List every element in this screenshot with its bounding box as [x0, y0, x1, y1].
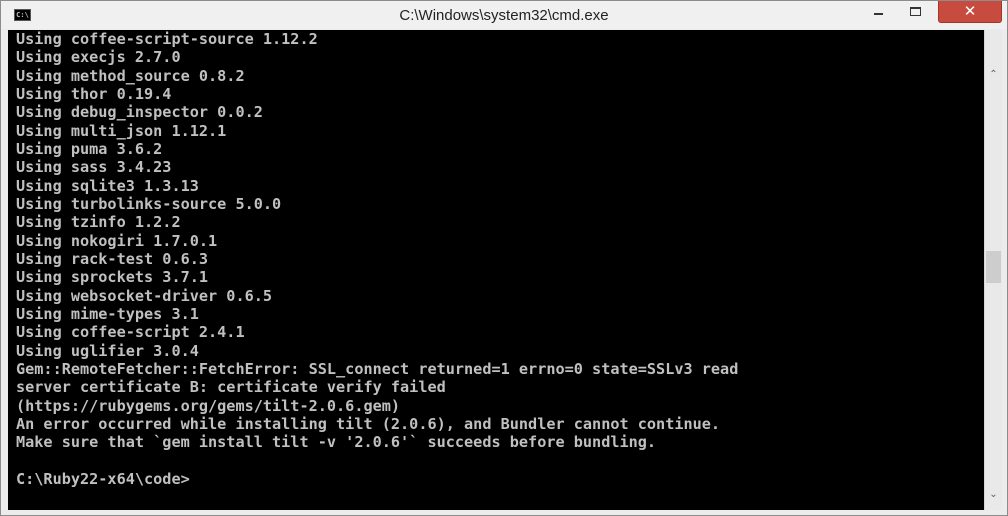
console-line: Using sqlite3 1.3.13	[16, 176, 199, 195]
console-line: Using puma 3.6.2	[16, 139, 163, 158]
close-button[interactable]: ✕	[938, 1, 1002, 23]
console-line: An error occurred while installing tilt …	[16, 414, 721, 433]
maximize-icon	[910, 7, 921, 16]
console-line: Using multi_json 1.12.1	[16, 121, 227, 140]
console-line: Using sprockets 3.7.1	[16, 268, 209, 287]
scroll-up-icon[interactable]: ⌃	[985, 66, 1002, 83]
console-line: C:\Ruby22-x64\code>	[16, 469, 190, 488]
minimize-icon	[874, 13, 883, 15]
console-line: Using method_source 0.8.2	[16, 66, 245, 85]
scroll-down-icon[interactable]: ⌄	[985, 486, 1002, 503]
console-line: Gem::RemoteFetcher::FetchError: SSL_conn…	[16, 359, 739, 378]
console-line: Using execjs 2.7.0	[16, 48, 181, 67]
title-bar[interactable]: C:\ C:\Windows\system32\cmd.exe ✕	[1, 1, 1007, 29]
console-line: Using nokogiri 1.7.0.1	[16, 231, 218, 250]
console-line: Using rack-test 0.6.3	[16, 249, 209, 268]
vertical-scrollbar[interactable]: ⌃ ⌄	[984, 30, 1002, 510]
console-line: server certificate B: certificate verify…	[16, 378, 446, 397]
console-output[interactable]: Using coffee-script-source 1.12.2 Using e…	[8, 30, 984, 510]
console-line: Using uglifier 3.0.4	[16, 341, 199, 360]
console-line: Using thor 0.19.4	[16, 84, 172, 103]
window-title: C:\Windows\system32\cmd.exe	[399, 7, 609, 24]
console-line: Make sure that `gem install tilt -v '2.0…	[16, 433, 657, 452]
minimize-button[interactable]	[864, 1, 893, 23]
console-line: Using turbolinks-source 5.0.0	[16, 194, 282, 213]
console-line: Using tzinfo 1.2.2	[16, 213, 181, 232]
console-line: Using mime-types 3.1	[16, 304, 199, 323]
console-lines: Using coffee-script-source 1.12.2 Using e…	[16, 30, 739, 489]
maximize-button[interactable]	[901, 1, 930, 23]
console-line: (https://rubygems.org/gems/tilt-2.0.6.ge…	[16, 396, 401, 415]
console-line: Using coffee-script 2.4.1	[16, 323, 245, 342]
console-line: Using sass 3.4.23	[16, 158, 172, 177]
cmd-window: C:\ C:\Windows\system32\cmd.exe ✕ Using …	[0, 0, 1008, 516]
scroll-thumb[interactable]	[986, 250, 1001, 283]
close-icon: ✕	[963, 2, 977, 20]
console-line: Using debug_inspector 0.0.2	[16, 103, 263, 122]
console-line: Using websocket-driver 0.6.5	[16, 286, 273, 305]
console-line: Using coffee-script-source 1.12.2	[16, 30, 318, 48]
